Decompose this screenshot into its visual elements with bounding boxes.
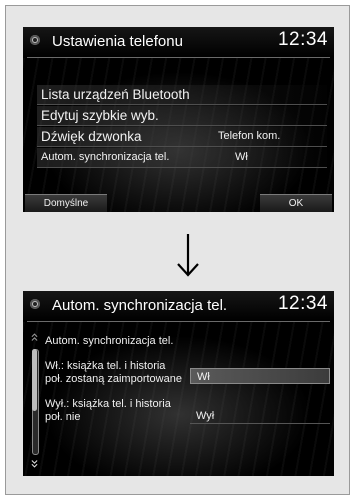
- screen-title: Ustawienia telefonu: [52, 33, 183, 50]
- option-on[interactable]: Wł: [190, 368, 330, 384]
- menu-item-label: Autom. synchronizacja tel.: [41, 151, 170, 163]
- phone-settings-screen: Ustawienia telefonu 12:34 Lista urządzeń…: [23, 27, 334, 212]
- settings-gear-icon: [30, 299, 40, 309]
- menu-item-value: Wł: [235, 151, 248, 163]
- ok-button[interactable]: OK: [260, 194, 332, 212]
- screen-title: Autom. synchronizacja tel.: [52, 297, 228, 314]
- menu-item-speed-dial[interactable]: Edytuj szybkie wyb.: [37, 106, 327, 126]
- menu-item-label: Lista urządzeń Bluetooth: [41, 87, 190, 102]
- description-line: Autom. synchronizacja tel.: [45, 335, 174, 347]
- menu-item-auto-sync[interactable]: Autom. synchronizacja tel. Wł: [37, 148, 327, 168]
- menu-item-label: Edytuj szybkie wyb.: [41, 108, 159, 123]
- auto-sync-screen: Autom. synchronizacja tel. 12:34 Autom. …: [23, 291, 334, 476]
- settings-gear-icon: [30, 35, 40, 45]
- scrollbar[interactable]: [30, 333, 39, 473]
- menu-item-bluetooth-devices[interactable]: Lista urządzeń Bluetooth: [37, 85, 327, 105]
- header-bar: Ustawienia telefonu 12:34: [23, 27, 334, 57]
- scroll-down-icon[interactable]: [30, 459, 39, 468]
- clock: 12:34: [277, 293, 328, 314]
- header-bar: Autom. synchronizacja tel. 12:34: [23, 291, 334, 321]
- clock: 12:34: [277, 29, 328, 50]
- menu-item-label: Dźwięk dzwonka: [41, 129, 142, 144]
- default-button[interactable]: Domyślne: [25, 194, 107, 212]
- description-line: Wł.: książka tel. i historia poł. zostan…: [45, 360, 182, 385]
- description-line: Wył.: książka tel. i historia poł. nie: [45, 398, 171, 423]
- down-arrow-icon: [177, 234, 199, 277]
- menu-item-value: Telefon kom.: [218, 130, 281, 142]
- scroll-up-icon[interactable]: [30, 333, 39, 342]
- option-off[interactable]: Wył: [190, 408, 330, 424]
- menu-item-ringtone[interactable]: Dźwięk dzwonka Telefon kom.: [37, 127, 327, 147]
- description-text: Autom. synchronizacja tel. Wł.: książka …: [45, 335, 185, 436]
- scroll-thumb[interactable]: [32, 349, 37, 411]
